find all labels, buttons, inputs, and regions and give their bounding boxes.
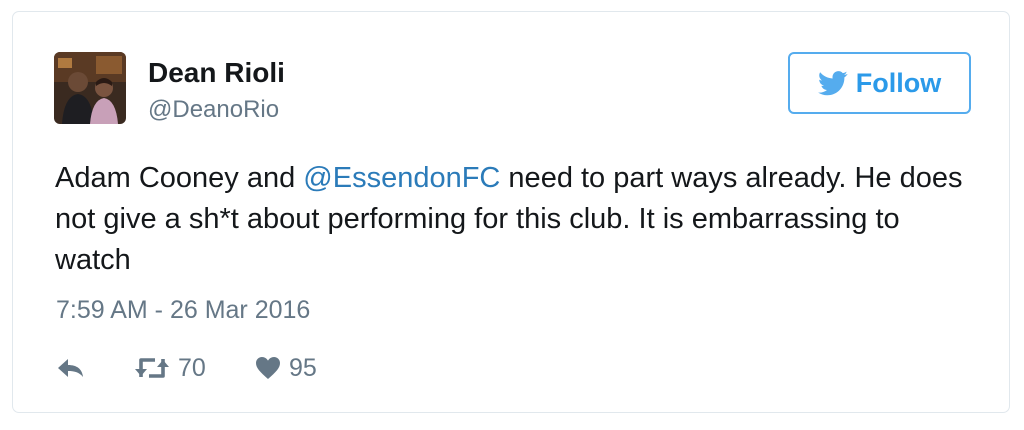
user-handle[interactable]: @DeanoRio — [148, 96, 279, 124]
reply-arrow-icon — [57, 357, 85, 379]
heart-icon — [255, 356, 281, 380]
follow-label: Follow — [855, 67, 942, 98]
like-count: 95 — [289, 353, 317, 382]
tweet-text-start: Adam Cooney and — [55, 162, 304, 194]
retweet-button[interactable]: 70 — [134, 352, 206, 384]
follow-button[interactable]: Follow — [788, 52, 971, 114]
avatar[interactable] — [54, 52, 126, 124]
avatar-photo — [54, 52, 126, 124]
retweet-icon — [134, 355, 170, 381]
like-button[interactable]: 95 — [255, 352, 317, 384]
retweet-count: 70 — [178, 353, 206, 382]
tweet-text: Adam Cooney and @EssendonFC need to part… — [55, 158, 975, 281]
twitter-bird-icon — [817, 70, 848, 96]
reply-button[interactable] — [57, 352, 85, 384]
tweet-timestamp[interactable]: 7:59 AM - 26 Mar 2016 — [56, 296, 310, 325]
mention-link[interactable]: @EssendonFC — [303, 162, 500, 194]
tweet-card: Dean Rioli @DeanoRio Follow Adam Cooney … — [12, 11, 1010, 413]
display-name[interactable]: Dean Rioli — [148, 57, 285, 89]
